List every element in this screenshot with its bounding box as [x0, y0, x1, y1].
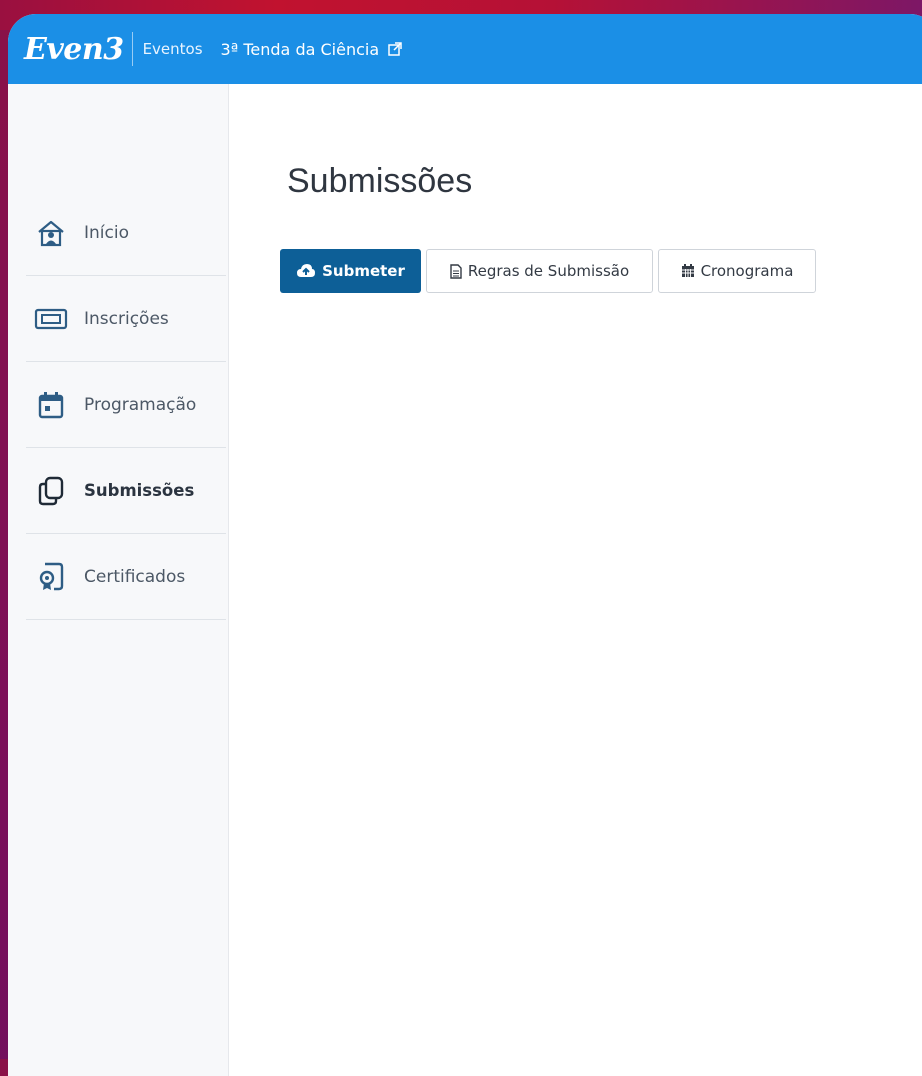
- rules-button-label: Regras de Submissão: [467, 262, 630, 280]
- main-content: Submissões Submeter Regras de Submissão: [229, 84, 922, 1076]
- sidebar-item-inscricoes[interactable]: Inscrições: [26, 276, 226, 362]
- submit-button-label: Submeter: [322, 262, 405, 280]
- copy-files-icon: [34, 474, 68, 508]
- ticket-icon: [34, 302, 68, 336]
- event-name-link[interactable]: 3ª Tenda da Ciência: [221, 40, 403, 59]
- calendar-icon: [34, 388, 68, 422]
- external-link-icon: [388, 41, 402, 56]
- even3-logo[interactable]: Even3: [24, 32, 124, 67]
- sidebar-item-submissoes[interactable]: Submissões: [26, 448, 226, 534]
- submit-button[interactable]: Submeter: [280, 249, 421, 293]
- document-icon: [450, 263, 462, 279]
- rules-button[interactable]: Regras de Submissão: [426, 249, 653, 293]
- sidebar-item-programacao[interactable]: Programação: [26, 362, 226, 448]
- schedule-button[interactable]: Cronograma: [658, 249, 816, 293]
- sidebar: Início Inscrições Programação Submissões…: [8, 84, 229, 1076]
- home-user-icon: [34, 216, 68, 250]
- sidebar-item-inicio[interactable]: Início: [26, 190, 226, 276]
- logo-divider: [131, 32, 133, 66]
- cloud-upload-icon: [297, 264, 316, 277]
- certificate-icon: [34, 560, 68, 594]
- sidebar-item-label: Inscrições: [84, 308, 169, 329]
- sidebar-item-label: Programação: [84, 394, 197, 415]
- top-navbar: Even3 Eventos 3ª Tenda da Ciência: [8, 14, 922, 84]
- schedule-button-label: Cronograma: [700, 262, 794, 280]
- sidebar-item-certificados[interactable]: Certificados: [26, 534, 226, 620]
- sidebar-item-label: Certificados: [84, 566, 186, 587]
- app-window: Even3 Eventos 3ª Tenda da Ciência Início: [8, 14, 922, 1076]
- events-link[interactable]: Eventos: [143, 40, 203, 58]
- event-name-text: 3ª Tenda da Ciência: [220, 39, 380, 59]
- page-title: Submissões: [287, 162, 473, 200]
- sidebar-item-label: Submissões: [84, 481, 195, 500]
- calendar-grid-icon: [681, 264, 694, 277]
- sidebar-item-label: Início: [84, 222, 129, 243]
